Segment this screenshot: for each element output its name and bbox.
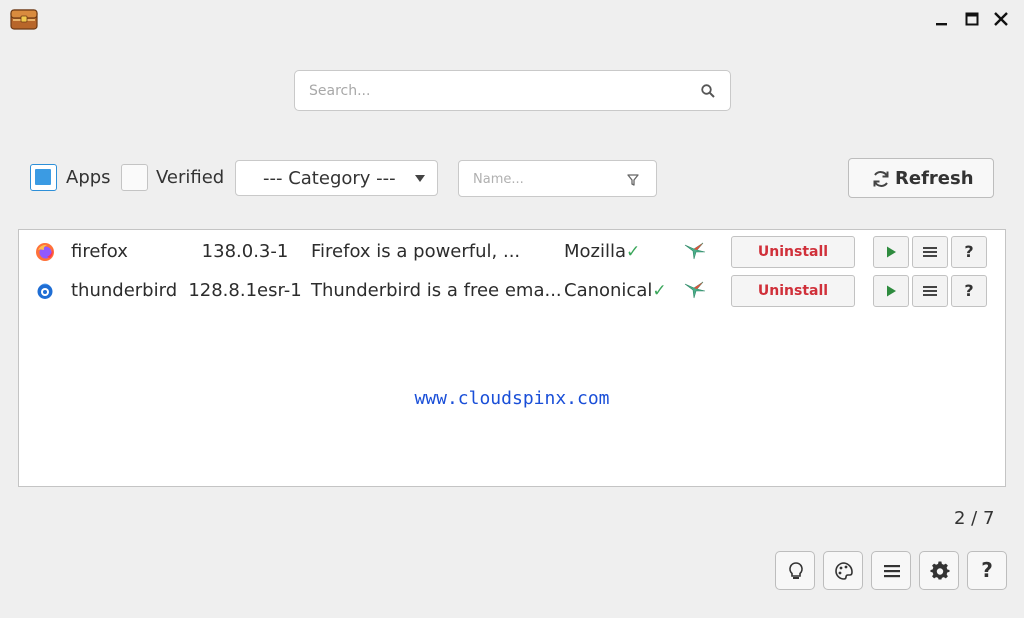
refresh-button[interactable]: Refresh [848,158,994,198]
app-help-button[interactable]: ? [951,275,987,307]
app-description: Thunderbird is a free ema... [311,280,562,301]
refresh-label: Refresh [895,168,974,189]
maximize-button[interactable] [961,8,983,30]
apps-table: firefox 138.0.3-1 Firefox is a powerful,… [18,229,1006,487]
app-logo-icon [10,6,38,30]
app-name: thunderbird [71,280,178,301]
search-icon[interactable] [700,83,716,99]
publisher-name: Canonical [564,280,653,301]
hamburger-icon [884,565,900,578]
table-row[interactable]: thunderbird 128.8.1esr-1 Thunderbird is … [19,271,1005,309]
search-box [294,70,731,111]
firefox-icon [35,242,55,262]
verified-label: Verified [156,167,225,188]
chevron-down-icon [415,175,425,182]
close-button[interactable] [990,8,1012,30]
category-value: --- Category --- [263,168,396,189]
filter-icon [626,172,640,186]
themes-button[interactable] [823,551,863,590]
uninstall-button[interactable]: Uninstall [731,275,855,307]
verified-checkbox[interactable] [121,164,148,191]
publisher-name: Mozilla [564,241,627,262]
app-version: 138.0.3-1 [201,241,289,262]
flathub-icon [683,280,707,300]
app-menu-button[interactable] [912,236,948,268]
launch-button[interactable] [873,275,909,307]
minimize-button[interactable] [930,8,952,30]
name-filter-input[interactable] [473,170,613,188]
app-description: Firefox is a powerful, ... [311,241,521,262]
search-input[interactable] [309,81,689,101]
app-help-button[interactable]: ? [951,236,987,268]
result-counter: 2 / 7 [954,508,995,529]
help-button[interactable]: ? [967,551,1007,590]
suggestions-button[interactable] [775,551,815,590]
app-publisher: Mozilla✓ [564,241,640,262]
app-version: 128.8.1esr-1 [188,280,302,301]
palette-icon [835,562,853,580]
refresh-icon [871,169,891,189]
main-menu-button[interactable] [871,551,911,590]
lightbulb-icon [789,562,803,579]
app-name: firefox [71,241,128,262]
thunderbird-icon [35,281,55,301]
table-row[interactable]: firefox 138.0.3-1 Firefox is a powerful,… [19,232,1005,270]
watermark-text: www.cloudspinx.com [414,388,610,409]
verified-check-icon: ✓ [652,281,667,301]
category-dropdown[interactable]: --- Category --- [235,160,438,196]
gear-icon [930,561,950,580]
name-filter-box [458,160,657,197]
settings-button[interactable] [919,551,959,590]
flathub-icon [683,241,707,261]
verified-check-icon: ✓ [626,242,641,262]
launch-button[interactable] [873,236,909,268]
uninstall-button[interactable]: Uninstall [731,236,855,268]
apps-checkbox[interactable] [30,164,57,191]
apps-label: Apps [66,167,111,188]
app-menu-button[interactable] [912,275,948,307]
app-publisher: Canonical✓ [564,280,667,301]
